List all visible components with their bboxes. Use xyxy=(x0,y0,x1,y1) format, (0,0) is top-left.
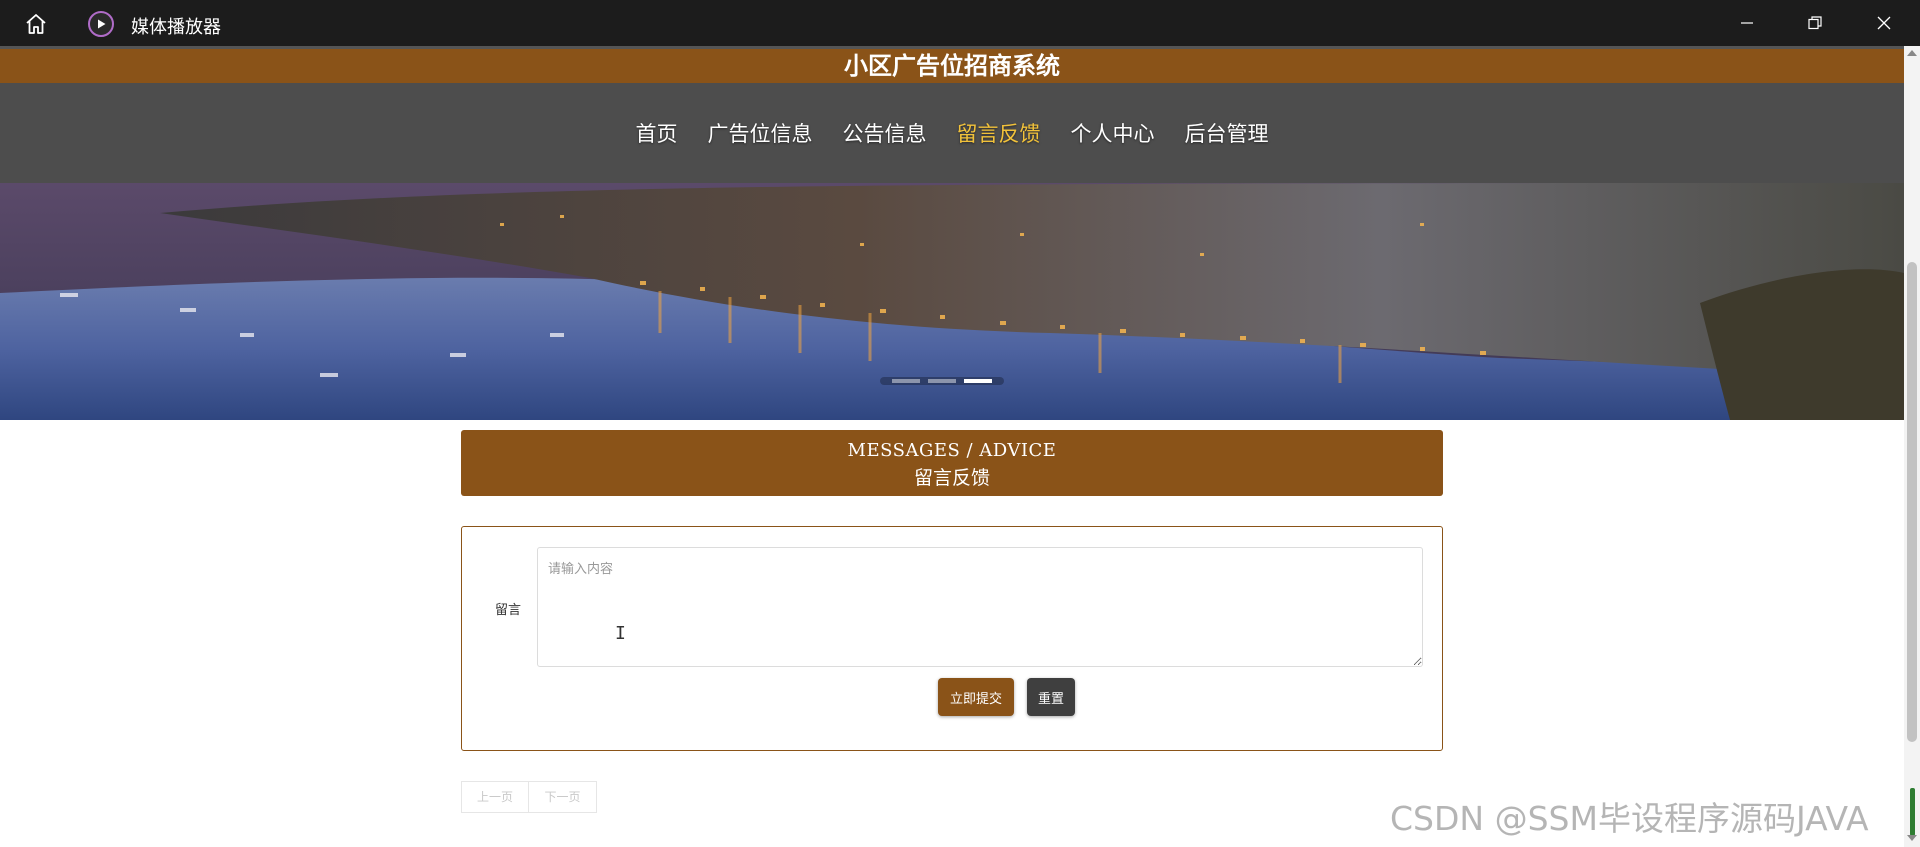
carousel-dot[interactable] xyxy=(928,379,956,383)
banner-carousel[interactable] xyxy=(0,183,1904,420)
section-title-cn: 留言反馈 xyxy=(913,467,990,489)
message-label: 留言 xyxy=(495,603,522,618)
watermark-text: CSDN @SSM毕设程序源码JAVA xyxy=(1390,799,1869,838)
message-textarea[interactable] xyxy=(537,547,1423,667)
section-title-en: MESSAGES / ADVICE xyxy=(847,440,1057,461)
carousel-dot[interactable] xyxy=(892,379,920,383)
home-icon[interactable] xyxy=(22,10,50,38)
close-icon[interactable] xyxy=(1864,8,1904,38)
nav-item-announcements[interactable]: 公告信息 xyxy=(843,118,927,148)
scroll-indicator xyxy=(1910,788,1915,836)
nav-item-admin[interactable]: 后台管理 xyxy=(1185,118,1269,148)
window-titlebar: 媒体播放器 xyxy=(0,0,1920,46)
web-page: 小区广告位招商系统 首页 广告位信息 公告信息 留言反馈 个人中心 后台管理 M… xyxy=(0,46,1904,847)
main-nav: 首页 广告位信息 公告信息 留言反馈 个人中心 后台管理 xyxy=(0,83,1904,183)
minimize-icon[interactable] xyxy=(1727,8,1767,38)
reset-button[interactable]: 重置 xyxy=(1027,678,1075,716)
scroll-up-icon[interactable] xyxy=(1907,50,1917,56)
scroll-down-icon[interactable] xyxy=(1907,835,1917,841)
pagination: 上一页 下一页 xyxy=(461,781,597,813)
banner-image xyxy=(0,183,1904,420)
submit-button[interactable]: 立即提交 xyxy=(938,678,1014,716)
nav-item-profile[interactable]: 个人中心 xyxy=(1071,118,1155,148)
play-circle-icon xyxy=(88,11,114,37)
prev-page-button[interactable]: 上一页 xyxy=(461,781,529,813)
nav-item-home[interactable]: 首页 xyxy=(636,118,678,148)
section-header: MESSAGES / ADVICE 留言反馈 xyxy=(461,430,1443,496)
page-scrollbar[interactable] xyxy=(1904,46,1920,847)
restore-icon[interactable] xyxy=(1795,8,1835,38)
next-page-button[interactable]: 下一页 xyxy=(529,781,597,813)
carousel-dot-active[interactable] xyxy=(964,379,992,383)
feedback-form: 留言 立即提交 重置 xyxy=(461,526,1443,751)
nav-item-feedback[interactable]: 留言反馈 xyxy=(957,118,1041,148)
window-title: 媒体播放器 xyxy=(131,17,221,38)
scrollbar-thumb[interactable] xyxy=(1907,262,1917,742)
nav-item-ad-spaces[interactable]: 广告位信息 xyxy=(708,118,813,148)
text-cursor-icon: I xyxy=(615,623,626,644)
site-title: 小区广告位招商系统 xyxy=(0,49,1904,83)
